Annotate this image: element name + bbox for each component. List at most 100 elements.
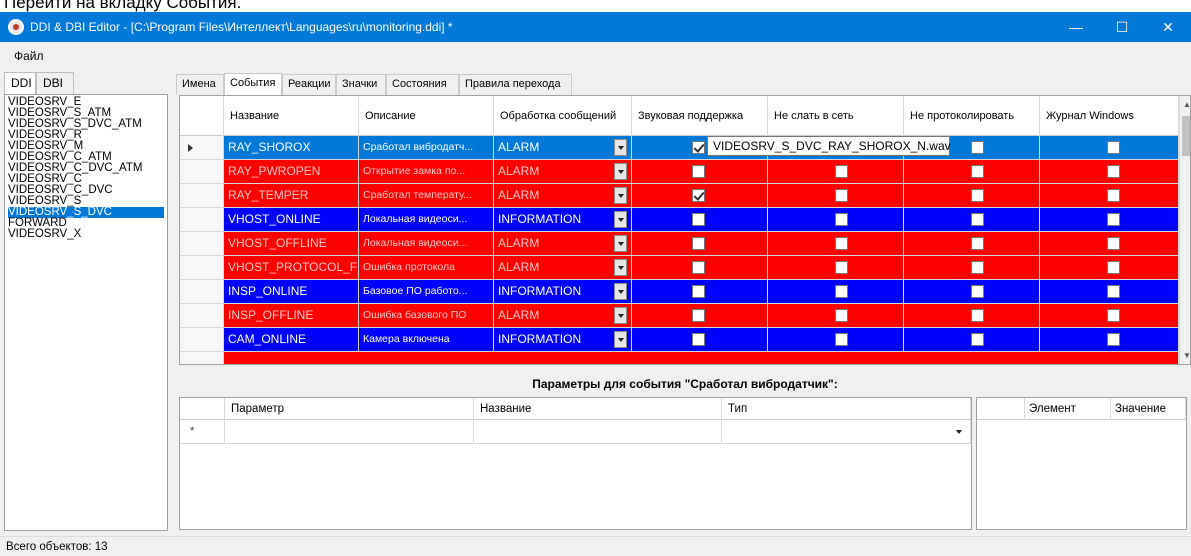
no-log-checkbox[interactable] [971, 237, 984, 250]
event-processing-cell[interactable]: ALARM [494, 136, 632, 160]
column-header-value[interactable]: Значение [1111, 398, 1186, 420]
column-header-no-send[interactable]: Не слать в сеть [768, 96, 904, 136]
processing-dropdown-icon[interactable] [614, 163, 627, 180]
event-processing-cell[interactable]: ALARM [494, 160, 632, 184]
tab-icons[interactable]: Значки [336, 74, 386, 95]
no-log-checkbox[interactable] [971, 189, 984, 202]
event-row[interactable]: INSP_ONLINE Базовое ПО работо... INFORMATI… [180, 280, 1180, 304]
scroll-down-icon[interactable]: ▼ [1183, 351, 1190, 360]
close-button[interactable]: ✕ [1145, 12, 1191, 42]
sound-checkbox[interactable] [692, 213, 705, 226]
processing-dropdown-icon[interactable] [614, 307, 627, 324]
events-grid[interactable]: Название Описание Обработка сообщений Зв… [179, 95, 1191, 365]
row-header[interactable] [180, 280, 224, 304]
column-header-winlog[interactable]: Журнал Windows [1040, 96, 1179, 136]
event-name-cell[interactable]: RAY_PWROPEN [224, 160, 359, 184]
processing-dropdown-icon[interactable] [614, 331, 627, 348]
param-name-cell[interactable] [474, 420, 722, 444]
event-processing-cell[interactable]: ALARM [494, 232, 632, 256]
event-name-cell[interactable]: INSP_ONLINE [224, 280, 359, 304]
sound-checkbox[interactable] [692, 333, 705, 346]
column-header-type[interactable]: Тип [722, 398, 971, 420]
event-description-cell[interactable]: Ошибка базового ПО [359, 304, 494, 328]
event-processing-cell[interactable]: ALARM [494, 184, 632, 208]
scroll-thumb[interactable] [1182, 116, 1190, 156]
row-header[interactable] [180, 208, 224, 232]
event-row[interactable]: RAY_PWROPEN Открытие замка по... ALARM [180, 160, 1180, 184]
row-header[interactable] [180, 136, 224, 160]
event-name-cell[interactable]: RAY_SHOROX [224, 136, 359, 160]
event-row[interactable]: INSP_OFFLINE Ошибка базового ПО ALARM [180, 304, 1180, 328]
param-cell[interactable] [225, 420, 474, 444]
no-log-checkbox[interactable] [971, 309, 984, 322]
event-description-cell[interactable]: Сработал вибродатч... [359, 136, 494, 160]
no-log-checkbox[interactable] [971, 141, 984, 154]
event-processing-cell[interactable]: ALARM [494, 256, 632, 280]
event-processing-cell[interactable]: INFORMATION [494, 328, 632, 352]
params-new-row[interactable]: * [180, 420, 971, 444]
sound-checkbox[interactable] [692, 261, 705, 274]
no-send-checkbox[interactable] [835, 213, 848, 226]
no-send-checkbox[interactable] [835, 333, 848, 346]
events-grid-scrollbar[interactable]: ▲ ▼ [1179, 96, 1190, 364]
column-header-processing[interactable]: Обработка сообщений [494, 96, 632, 136]
event-row[interactable]: RAY_TEMPER Сработал температу... ALARM [180, 184, 1180, 208]
event-row[interactable]: CAM_ONLINE Камера включена INFORMATION [180, 328, 1180, 352]
minimize-button[interactable]: — [1053, 12, 1099, 42]
event-name-cell[interactable]: INSP_OFFLINE [224, 304, 359, 328]
menu-file[interactable]: Файл [14, 49, 44, 63]
column-header-no-log[interactable]: Не протоколировать [904, 96, 1040, 136]
event-row-partial[interactable] [180, 352, 1180, 364]
object-list-item[interactable]: VIDEOSRV_X [8, 228, 164, 240]
event-name-cell[interactable]: CAM_ONLINE [224, 328, 359, 352]
event-processing-cell[interactable]: INFORMATION [494, 208, 632, 232]
sound-checkbox[interactable] [692, 285, 705, 298]
column-header-param-name[interactable]: Название [474, 398, 722, 420]
tab-names[interactable]: Имена [176, 74, 224, 95]
no-send-checkbox[interactable] [835, 237, 848, 250]
sound-checkbox[interactable] [692, 189, 705, 202]
event-description-cell[interactable]: Открытие замка по... [359, 160, 494, 184]
tab-dbi[interactable]: DBI [36, 72, 74, 94]
row-header[interactable] [180, 352, 224, 364]
sound-checkbox[interactable] [692, 141, 705, 154]
event-description-cell[interactable]: Ошибка протокола [359, 256, 494, 280]
processing-dropdown-icon[interactable] [614, 235, 627, 252]
winlog-checkbox[interactable] [1107, 141, 1120, 154]
event-row[interactable]: VHOST_PROTOCOL_F Ошибка протокола ALARM [180, 256, 1180, 280]
sound-checkbox[interactable] [692, 309, 705, 322]
type-dropdown[interactable] [722, 420, 971, 444]
event-processing-cell[interactable]: ALARM [494, 304, 632, 328]
event-name-cell[interactable]: VHOST_OFFLINE [224, 232, 359, 256]
no-log-checkbox[interactable] [971, 285, 984, 298]
event-description-cell[interactable]: Сработал температу... [359, 184, 494, 208]
no-log-checkbox[interactable] [971, 261, 984, 274]
processing-dropdown-icon[interactable] [614, 211, 627, 228]
winlog-checkbox[interactable] [1107, 261, 1120, 274]
elements-grid[interactable]: Элемент Значение [976, 397, 1187, 530]
row-header[interactable] [180, 184, 224, 208]
processing-dropdown-icon[interactable] [614, 139, 627, 156]
winlog-checkbox[interactable] [1107, 165, 1120, 178]
winlog-checkbox[interactable] [1107, 333, 1120, 346]
tab-ddi[interactable]: DDI [4, 72, 36, 96]
row-header[interactable] [180, 328, 224, 352]
tab-reactions[interactable]: Реакции [282, 74, 336, 95]
row-header[interactable] [180, 232, 224, 256]
event-row[interactable]: VHOST_OFFLINE Локальная видеоси... ALARM [180, 232, 1180, 256]
winlog-checkbox[interactable] [1107, 189, 1120, 202]
processing-dropdown-icon[interactable] [614, 187, 627, 204]
maximize-button[interactable]: ☐ [1099, 12, 1145, 42]
params-grid[interactable]: Параметр Название Тип * [179, 397, 972, 530]
tab-events[interactable]: События [224, 73, 282, 96]
column-header-element[interactable]: Элемент [1025, 398, 1111, 420]
column-header-param[interactable]: Параметр [225, 398, 474, 420]
winlog-checkbox[interactable] [1107, 285, 1120, 298]
tab-states[interactable]: Состояния [386, 74, 459, 95]
sound-checkbox[interactable] [692, 165, 705, 178]
no-send-checkbox[interactable] [835, 261, 848, 274]
column-header-description[interactable]: Описание [359, 96, 494, 136]
no-send-checkbox[interactable] [835, 309, 848, 322]
event-description-cell[interactable]: Локальная видеоси... [359, 208, 494, 232]
event-row[interactable]: VHOST_ONLINE Локальная видеоси... INFORMAT… [180, 208, 1180, 232]
